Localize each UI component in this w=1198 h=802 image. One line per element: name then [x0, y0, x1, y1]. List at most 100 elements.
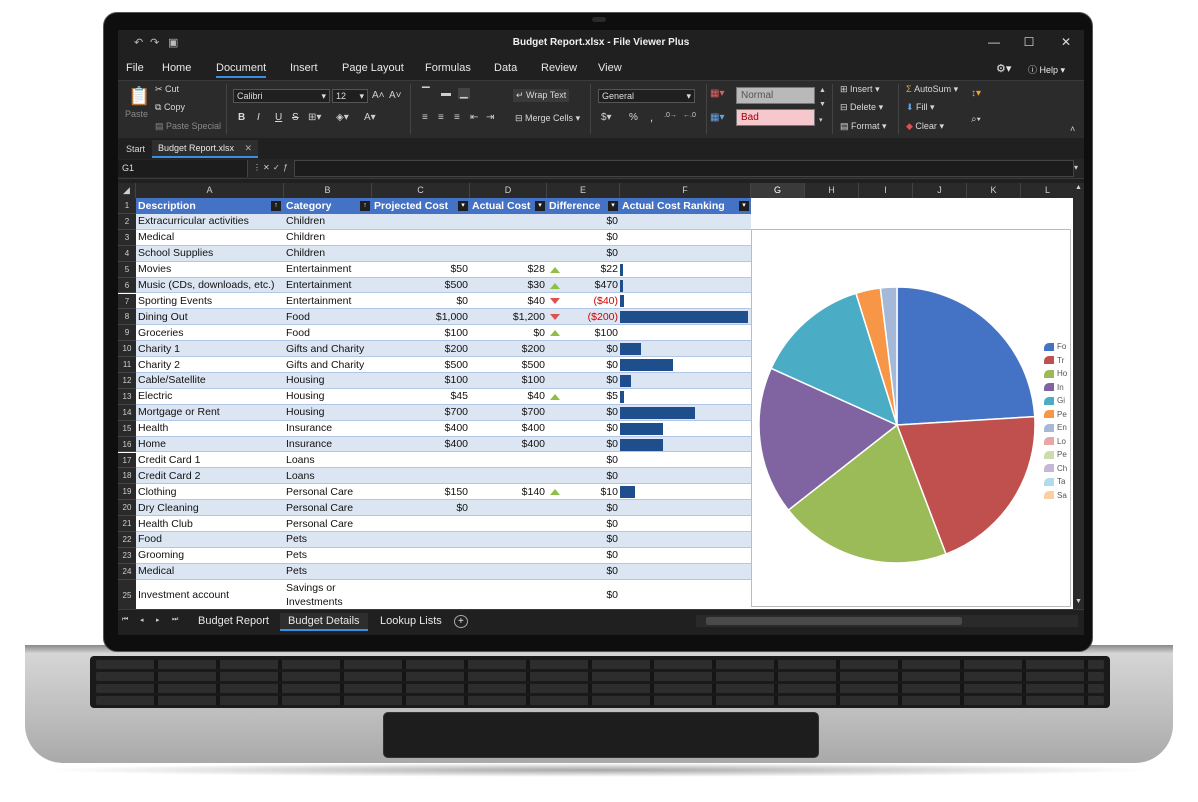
cell-description[interactable]: Clothing: [136, 484, 284, 499]
cell-actual-cost[interactable]: $0: [470, 325, 547, 340]
menu-page-layout[interactable]: Page Layout: [342, 62, 404, 74]
menu-data[interactable]: Data: [494, 62, 517, 74]
cell-description[interactable]: Groceries: [136, 325, 284, 340]
cell-actual-cost[interactable]: [470, 246, 547, 261]
tab-start[interactable]: Start: [126, 144, 145, 154]
cell-projected-cost[interactable]: $0: [372, 500, 470, 515]
menu-file[interactable]: File: [126, 62, 144, 74]
bold-button[interactable]: B: [238, 112, 245, 123]
cell-description[interactable]: Electric: [136, 389, 284, 404]
cell-projected-cost[interactable]: [372, 516, 470, 531]
row-header[interactable]: 7: [118, 293, 136, 310]
cell-difference[interactable]: $0: [570, 421, 620, 436]
row-header[interactable]: 14: [118, 404, 136, 421]
row-header[interactable]: 4: [118, 245, 136, 262]
tab-budget-report[interactable]: Budget Report.xlsx ✕: [152, 140, 258, 158]
cell-description[interactable]: Investment account: [136, 580, 284, 609]
row-header[interactable]: 17: [118, 452, 136, 469]
cell-actual-cost[interactable]: [470, 453, 547, 468]
insert-cells-button[interactable]: ⊞ Insert ▾: [840, 84, 880, 95]
cell-projected-cost[interactable]: [372, 453, 470, 468]
comma-button[interactable]: ,: [650, 112, 653, 124]
maximize-button[interactable]: ☐: [1019, 35, 1039, 49]
cell-projected-cost[interactable]: $500: [372, 357, 470, 372]
cell-actual-cost[interactable]: [470, 532, 547, 547]
delete-cells-button[interactable]: ⊟ Delete ▾: [840, 102, 883, 113]
cell-difference[interactable]: $0: [570, 246, 620, 261]
prev-sheet-icon[interactable]: ◂: [140, 616, 144, 624]
cell-projected-cost[interactable]: [372, 564, 470, 579]
increase-decimal-icon[interactable]: .0→: [664, 112, 677, 119]
cell-category[interactable]: Personal Care: [284, 484, 372, 499]
menu-document[interactable]: Document: [216, 62, 267, 78]
menu-insert[interactable]: Insert: [290, 62, 318, 74]
cell-description[interactable]: Medical: [136, 564, 284, 579]
cell-actual-cost[interactable]: $100: [470, 373, 547, 388]
cell-category[interactable]: Pets: [284, 564, 372, 579]
align-center-icon[interactable]: ≡: [438, 112, 444, 123]
row-header[interactable]: 11: [118, 357, 136, 373]
cell-category[interactable]: Loans: [284, 453, 372, 468]
styles-more-icon[interactable]: ▾: [819, 116, 823, 124]
indent-decrease-icon[interactable]: ⇤: [470, 112, 478, 123]
row-header[interactable]: 19: [118, 484, 136, 501]
cell-difference[interactable]: $0: [570, 453, 620, 468]
conditional-format-icon[interactable]: ▦▾: [710, 88, 724, 99]
cell-projected-cost[interactable]: $150: [372, 484, 470, 499]
cell-category[interactable]: Children: [284, 230, 372, 245]
row-header[interactable]: 23: [118, 547, 136, 564]
clear-button[interactable]: ◆ Clear ▾: [906, 121, 944, 132]
cell-difference[interactable]: $0: [570, 564, 620, 579]
cell-description[interactable]: Dry Cleaning: [136, 500, 284, 515]
cell-difference[interactable]: $0: [570, 468, 620, 483]
spreadsheet-grid[interactable]: ◢ A B C D E F G H I J K L 1 Description …: [118, 183, 1073, 609]
row-header[interactable]: 10: [118, 341, 136, 358]
cell-category[interactable]: Entertainment: [284, 262, 372, 277]
cell-projected-cost[interactable]: [372, 532, 470, 547]
cell-difference[interactable]: $100: [570, 325, 620, 340]
cell-actual-cost[interactable]: [470, 230, 547, 245]
cell-category[interactable]: Insurance: [284, 437, 372, 452]
select-all-corner[interactable]: ◢: [118, 183, 136, 198]
formula-more-icon[interactable]: ⋮: [253, 163, 261, 172]
format-as-table-icon[interactable]: ▦▾: [710, 112, 724, 123]
align-left-icon[interactable]: ≡: [422, 112, 428, 123]
name-box[interactable]: G1: [118, 160, 248, 177]
function-icon[interactable]: ƒ: [283, 163, 287, 172]
cell-actual-cost[interactable]: $400: [470, 437, 547, 452]
sheet-tab-budget-report[interactable]: Budget Report: [190, 613, 277, 629]
row-header[interactable]: 1: [118, 198, 136, 214]
shrink-font-icon[interactable]: A˅: [389, 90, 402, 101]
fill-button[interactable]: ⬇ Fill ▾: [906, 102, 935, 113]
cell-projected-cost[interactable]: [372, 548, 470, 563]
underline-button[interactable]: U: [275, 112, 282, 123]
row-header[interactable]: 13: [118, 388, 136, 405]
cut-button[interactable]: ✂ Cut: [155, 84, 179, 95]
cell-actual-cost[interactable]: [470, 500, 547, 515]
scroll-up-icon[interactable]: ▲: [1075, 184, 1082, 191]
cell-category[interactable]: Personal Care: [284, 500, 372, 515]
column-header-h[interactable]: H: [805, 183, 859, 198]
cell-category[interactable]: Pets: [284, 548, 372, 563]
cell-difference[interactable]: $10: [570, 484, 620, 499]
cell-projected-cost[interactable]: [372, 468, 470, 483]
cell-difference[interactable]: $0: [570, 500, 620, 515]
row-header[interactable]: 12: [118, 373, 136, 389]
menu-review[interactable]: Review: [541, 62, 577, 74]
fill-color-icon[interactable]: ◈▾: [336, 112, 349, 123]
cell-projected-cost[interactable]: $100: [372, 373, 470, 388]
align-right-icon[interactable]: ≡: [454, 112, 460, 123]
cell-description[interactable]: Medical: [136, 230, 284, 245]
cell-description[interactable]: Charity 2: [136, 357, 284, 372]
column-header-g[interactable]: G: [751, 183, 805, 198]
cell-description[interactable]: Movies: [136, 262, 284, 277]
cell-projected-cost[interactable]: $400: [372, 421, 470, 436]
italic-button[interactable]: I: [257, 112, 260, 123]
cell-projected-cost[interactable]: $45: [372, 389, 470, 404]
column-header-f[interactable]: F: [620, 183, 751, 198]
column-header-k[interactable]: K: [967, 183, 1021, 198]
cell-description[interactable]: Cable/Satellite: [136, 373, 284, 388]
indent-increase-icon[interactable]: ⇥: [486, 112, 494, 123]
cell-actual-cost[interactable]: [470, 214, 547, 229]
cell-actual-cost[interactable]: $700: [470, 405, 547, 420]
